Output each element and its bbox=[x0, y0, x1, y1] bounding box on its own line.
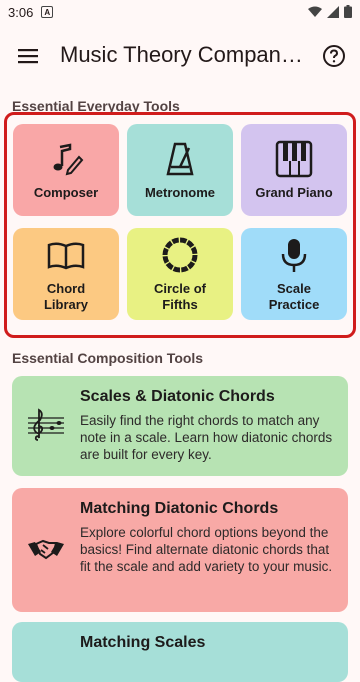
card-matching-scales[interactable]: Matching Scales bbox=[12, 622, 348, 682]
status-icons bbox=[308, 5, 352, 18]
tool-label: Chord Library bbox=[43, 281, 89, 312]
tool-tile-circle-of-fifths[interactable]: Circle of Fifths bbox=[127, 228, 233, 320]
app-bar: Music Theory Companion bbox=[0, 24, 360, 88]
tool-tile-scale-practice[interactable]: Scale Practice bbox=[241, 228, 347, 320]
status-time: 3:06 bbox=[8, 4, 34, 20]
help-circle-icon[interactable] bbox=[322, 44, 346, 68]
treble-clef-staff-icon bbox=[28, 408, 64, 441]
book-icon bbox=[46, 235, 86, 275]
tool-label: Scale Practice bbox=[268, 281, 320, 312]
app-title: Music Theory Companion bbox=[60, 42, 305, 67]
tool-label: Metronome bbox=[144, 185, 216, 200]
card-title: Scales & Diatonic Chords bbox=[80, 388, 275, 405]
section-title-composition: Essential Composition Tools bbox=[12, 350, 204, 366]
wifi-icon bbox=[308, 6, 322, 17]
music-note-pencil-icon bbox=[46, 139, 86, 179]
card-desc: Explore colorful chord options beyond th… bbox=[80, 525, 333, 574]
tool-label: Circle of Fifths bbox=[153, 281, 206, 312]
tool-tile-chord-library[interactable]: Chord Library bbox=[13, 228, 119, 320]
card-title: Matching Scales bbox=[80, 634, 206, 651]
battery-icon bbox=[344, 5, 352, 18]
metronome-icon bbox=[160, 139, 200, 179]
notification-icon: A bbox=[41, 6, 54, 18]
card-scales-diatonic-chords[interactable]: Scales & Diatonic Chords Easily find the… bbox=[12, 376, 348, 476]
tool-tile-metronome[interactable]: Metronome bbox=[127, 124, 233, 216]
microphone-icon bbox=[274, 235, 314, 275]
handshake-icon bbox=[28, 539, 64, 560]
card-matching-diatonic-chords[interactable]: Matching Diatonic Chords Explore colorfu… bbox=[12, 488, 348, 612]
tool-label: Composer bbox=[33, 185, 99, 200]
hamburger-menu-icon[interactable] bbox=[14, 42, 42, 70]
cellular-icon bbox=[327, 5, 339, 18]
card-title: Matching Diatonic Chords bbox=[80, 500, 279, 517]
piano-keys-icon bbox=[274, 139, 314, 179]
tool-label: Grand Piano bbox=[255, 185, 333, 200]
status-bar: 3:06 A bbox=[0, 0, 360, 24]
tool-tile-composer[interactable]: Composer bbox=[13, 124, 119, 216]
card-desc: Easily find the right chords to match an… bbox=[80, 413, 333, 462]
circle-dashed-icon bbox=[160, 235, 200, 275]
tool-tile-grand-piano[interactable]: Grand Piano bbox=[241, 124, 347, 216]
